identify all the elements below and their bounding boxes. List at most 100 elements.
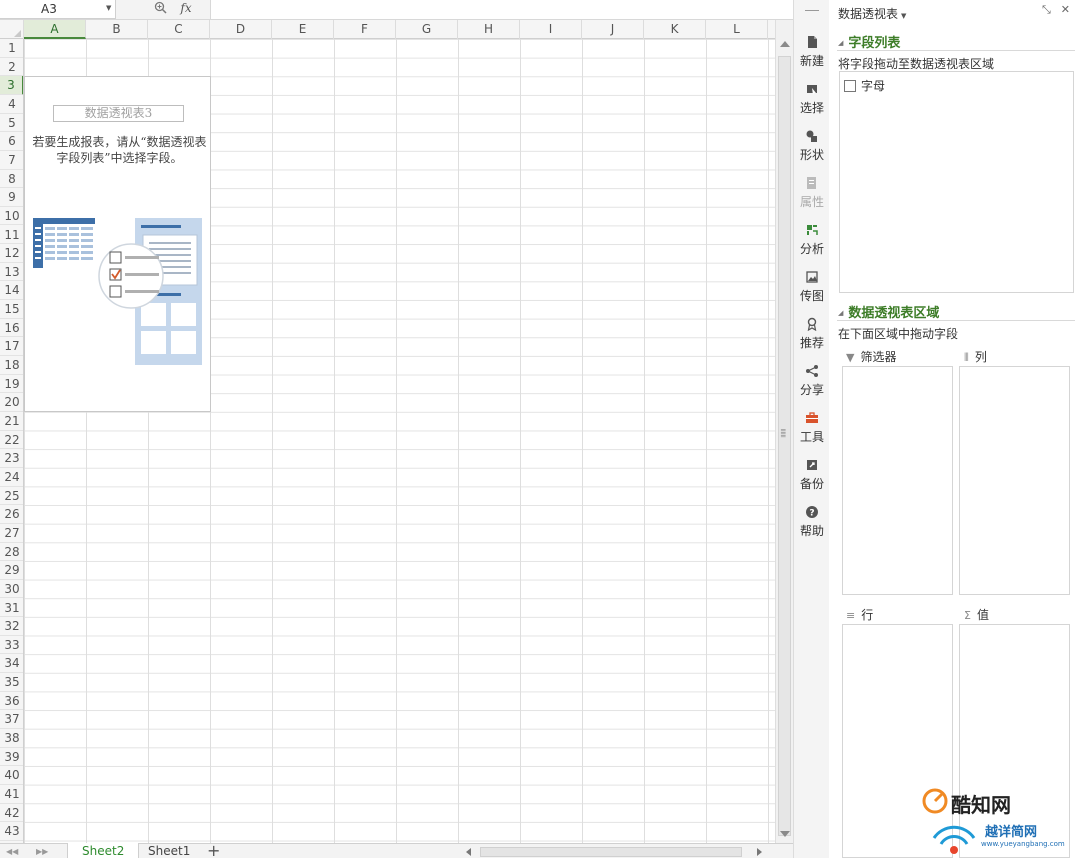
field-list-box[interactable]: 字母	[839, 71, 1074, 293]
toolbar-collapse-dash[interactable]	[805, 10, 819, 11]
row-header-41[interactable]: 41	[0, 785, 23, 804]
row-header-10[interactable]: 10	[0, 207, 23, 226]
tool-share[interactable]: 分享	[794, 364, 830, 410]
column-header-i[interactable]: I	[520, 20, 582, 39]
tool-send-image[interactable]: 传图	[794, 270, 830, 316]
formula-input[interactable]	[210, 0, 793, 19]
filter-area-label: ▼ 筛选器	[846, 348, 896, 365]
restore-icon[interactable]: ⤡	[1042, 3, 1051, 16]
row-header-5[interactable]: 5	[0, 114, 23, 133]
row-header-19[interactable]: 19	[0, 375, 23, 394]
field-checkbox[interactable]	[844, 80, 856, 92]
row-header-32[interactable]: 32	[0, 617, 23, 636]
tool-backup[interactable]: 备份	[794, 458, 830, 504]
tool-recommend[interactable]: 推荐	[794, 317, 830, 363]
chevron-down-icon[interactable]: ▼	[106, 4, 111, 12]
row-header-28[interactable]: 28	[0, 543, 23, 562]
row-header-21[interactable]: 21	[0, 412, 23, 431]
close-icon[interactable]: ✕	[1061, 3, 1070, 16]
magnifier-icon[interactable]	[151, 1, 169, 18]
pivot-areas-heading[interactable]: ◢ 数据透视表区域	[838, 302, 939, 321]
row-header-30[interactable]: 30	[0, 580, 23, 599]
row-header-7[interactable]: 7	[0, 151, 23, 170]
row-header-36[interactable]: 36	[0, 692, 23, 711]
column-header-d[interactable]: D	[210, 20, 272, 39]
pivot-table-placeholder[interactable]: 数据透视表3 若要生成报表，请从“数据透视表字段列表”中选择字段。	[24, 76, 211, 412]
insert-function-button[interactable]: fx	[176, 1, 196, 18]
pivot-table-hint: 若要生成报表，请从“数据透视表字段列表”中选择字段。	[32, 135, 207, 165]
row-header-17[interactable]: 17	[0, 337, 23, 357]
row-header-11[interactable]: 11	[0, 226, 23, 245]
column-header-a[interactable]: A	[24, 20, 86, 39]
row-header-29[interactable]: 29	[0, 561, 23, 580]
row-header-4[interactable]: 4	[0, 95, 23, 114]
row-header-2[interactable]: 2	[0, 58, 23, 77]
column-header-h[interactable]: H	[458, 20, 520, 39]
column-header-c[interactable]: C	[148, 20, 210, 39]
row-header-18[interactable]: 18	[0, 356, 23, 375]
add-sheet-button[interactable]: +	[207, 841, 220, 858]
scroll-down-arrow-icon[interactable]	[780, 831, 790, 837]
row-header-42[interactable]: 42	[0, 804, 23, 823]
tool-analysis[interactable]: 分析	[794, 223, 830, 269]
row-header-14[interactable]: 14	[0, 281, 23, 301]
row-header-43[interactable]: 43	[0, 822, 23, 841]
row-header-33[interactable]: 33	[0, 636, 23, 655]
name-box[interactable]: A3 ▼	[0, 0, 116, 19]
pane-resize-grip[interactable]: ‗ ‗ ‗	[781, 423, 789, 438]
row-header-1[interactable]: 1	[0, 39, 23, 58]
filter-drop-area[interactable]	[842, 366, 953, 595]
row-header-37[interactable]: 37	[0, 710, 23, 730]
horizontal-scrollbar[interactable]	[460, 846, 770, 857]
column-header-k[interactable]: K	[644, 20, 706, 39]
row-header-26[interactable]: 26	[0, 505, 23, 524]
row-header-8[interactable]: 8	[0, 170, 23, 189]
column-header-g[interactable]: G	[396, 20, 458, 39]
row-header-13[interactable]: 13	[0, 263, 23, 282]
field-item-letter[interactable]: 字母	[844, 77, 885, 94]
panel-title-dropdown[interactable]: 数据透视表 ▼	[838, 5, 906, 22]
horizontal-scroll-thumb[interactable]	[480, 847, 742, 857]
sheet-tab-sheet1[interactable]: Sheet1	[134, 843, 204, 858]
tool-select[interactable]: 选择	[794, 82, 830, 128]
row-header-20[interactable]: 20	[0, 393, 23, 412]
row-header-38[interactable]: 38	[0, 729, 23, 748]
row-header-39[interactable]: 39	[0, 748, 23, 767]
column-header-l[interactable]: L	[706, 20, 768, 39]
tool-new[interactable]: 新建	[794, 35, 830, 81]
row-header-24[interactable]: 24	[0, 468, 23, 487]
tool-help[interactable]: ? 帮助	[794, 505, 830, 551]
row-header-25[interactable]: 25	[0, 487, 23, 506]
row-header-34[interactable]: 34	[0, 654, 23, 674]
columns-drop-area[interactable]	[959, 366, 1070, 595]
tool-toolbox[interactable]: 工具	[794, 411, 830, 457]
first-sheet-arrow-icon[interactable]: ◀◀	[6, 847, 18, 856]
scroll-left-arrow-icon[interactable]	[466, 848, 471, 856]
row-header-6[interactable]: 6	[0, 132, 23, 151]
column-header-b[interactable]: B	[86, 20, 148, 39]
scroll-up-arrow-icon[interactable]	[780, 41, 790, 47]
select-all-corner[interactable]	[0, 20, 24, 39]
row-header-40[interactable]: 40	[0, 766, 23, 785]
row-header-15[interactable]: 15	[0, 300, 23, 319]
row-header-3[interactable]: 3	[0, 76, 23, 95]
row-header-22[interactable]: 22	[0, 431, 23, 450]
row-header-27[interactable]: 27	[0, 524, 23, 543]
row-header-35[interactable]: 35	[0, 673, 23, 692]
row-header-23[interactable]: 23	[0, 449, 23, 468]
tool-shapes[interactable]: 形状	[794, 129, 830, 175]
row-header-16[interactable]: 16	[0, 319, 23, 338]
last-sheet-arrow-icon[interactable]: ▶▶	[36, 847, 48, 856]
vertical-scroll-thumb[interactable]	[778, 56, 791, 836]
row-header-31[interactable]: 31	[0, 599, 23, 618]
column-header-e[interactable]: E	[272, 20, 334, 39]
sheet-tab-sheet2[interactable]: Sheet2	[67, 843, 140, 858]
watermark-wifi-icon	[932, 825, 976, 854]
column-header-j[interactable]: J	[582, 20, 644, 39]
scroll-right-arrow-icon[interactable]	[757, 848, 762, 856]
field-list-heading[interactable]: ◢ 字段列表	[838, 32, 900, 51]
column-header-f[interactable]: F	[334, 20, 396, 39]
row-header-9[interactable]: 9	[0, 188, 23, 207]
tool-label: 形状	[799, 148, 824, 162]
row-header-12[interactable]: 12	[0, 244, 23, 263]
